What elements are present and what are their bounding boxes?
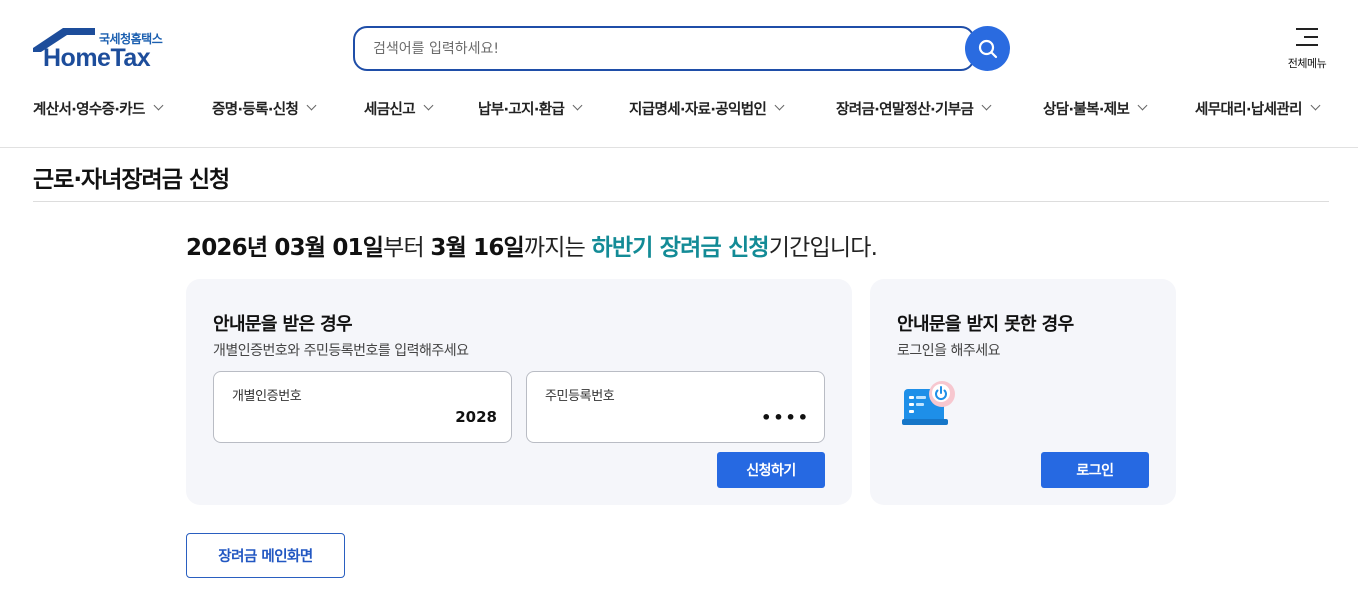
chevron-down-icon bbox=[1137, 100, 1148, 111]
resident-number-label: 주민등록번호 bbox=[545, 389, 615, 404]
gnb-item-label: 계산서·영수증·카드 bbox=[33, 102, 145, 118]
chevron-down-icon bbox=[572, 100, 583, 111]
gnb-item-tax-agent[interactable]: 세무대리·납세관리 bbox=[1195, 98, 1321, 119]
incentive-main-button[interactable]: 장려금 메인화면 bbox=[186, 533, 345, 578]
notice-text-2: 까지는 bbox=[523, 235, 592, 261]
gnb-item-label: 세무대리·납세관리 bbox=[1195, 102, 1302, 118]
all-menu-button[interactable]: 전체메뉴 bbox=[1283, 26, 1331, 72]
all-menu-label: 전체메뉴 bbox=[1287, 57, 1327, 70]
gnb-item-label: 장려금·연말정산·기부금 bbox=[836, 102, 974, 118]
notice-text-3: 기간입니다. bbox=[768, 235, 878, 261]
gnb-item-tax-return[interactable]: 세금신고 bbox=[364, 98, 434, 119]
gnb-item-label: 납부·고지·환급 bbox=[478, 102, 565, 118]
period-end-date: 3월 16일 bbox=[430, 235, 524, 261]
auth-number-value[interactable]: 2028 bbox=[455, 408, 497, 426]
chevron-down-icon bbox=[306, 100, 317, 111]
page-title: 근로·자녀장려금 신청 bbox=[33, 167, 230, 193]
header-divider bbox=[0, 147, 1358, 148]
notice-text-1: 부터 bbox=[383, 235, 431, 261]
chevron-down-icon bbox=[423, 100, 434, 111]
search-box[interactable] bbox=[353, 26, 975, 71]
gnb-item-statements[interactable]: 지급명세·자료·공익법인 bbox=[629, 98, 785, 119]
card-description: 개별인증번호와 주민등록번호를 입력해주세요 bbox=[213, 343, 469, 359]
chevron-down-icon bbox=[1310, 100, 1321, 111]
global-nav: 계산서·영수증·카드 증명·등록·신청 세금신고 납부·고지·환급 지급명세·자… bbox=[33, 98, 1333, 122]
no-notice-card: 안내문을 받지 못한 경우 로그인을 해주세요 로그인 bbox=[870, 279, 1176, 505]
card-title: 안내문을 받은 경우 bbox=[213, 314, 353, 335]
auth-number-label: 개별인증번호 bbox=[232, 389, 302, 404]
gnb-item-label: 세금신고 bbox=[364, 102, 416, 118]
gnb-item-label: 지급명세·자료·공익법인 bbox=[629, 102, 767, 118]
hamburger-icon bbox=[1296, 28, 1318, 52]
period-highlight: 하반기 장려금 신청 bbox=[591, 235, 770, 261]
chevron-down-icon bbox=[153, 100, 164, 111]
card-description: 로그인을 해주세요 bbox=[897, 343, 1001, 359]
resident-number-field[interactable]: 주민등록번호 •••• bbox=[526, 371, 825, 443]
resident-number-value[interactable]: •••• bbox=[761, 408, 810, 427]
search-button[interactable] bbox=[965, 26, 1010, 71]
gnb-item-payment[interactable]: 납부·고지·환급 bbox=[478, 98, 583, 119]
gnb-item-invoice[interactable]: 계산서·영수증·카드 bbox=[33, 98, 164, 119]
logo-text: HomeTax bbox=[43, 44, 151, 72]
search-icon bbox=[978, 39, 997, 58]
hometax-logo[interactable]: 국세청홈택스 HomeTax bbox=[33, 26, 173, 72]
chevron-down-icon bbox=[774, 100, 785, 111]
login-button[interactable]: 로그인 bbox=[1041, 452, 1149, 488]
search-input[interactable] bbox=[373, 40, 933, 57]
apply-button[interactable]: 신청하기 bbox=[717, 452, 825, 488]
title-divider bbox=[33, 201, 1329, 202]
application-period-notice: 2026년 03월 01일부터 3월 16일까지는 하반기 장려금 신청기간입니… bbox=[186, 228, 878, 262]
gnb-item-incentive[interactable]: 장려금·연말정산·기부금 bbox=[836, 98, 992, 119]
chevron-down-icon bbox=[981, 100, 992, 111]
computer-power-icon bbox=[902, 381, 955, 425]
period-start-date: 2026년 03월 01일 bbox=[186, 235, 384, 261]
auth-number-field[interactable]: 개별인증번호 2028 bbox=[213, 371, 512, 443]
received-notice-card: 안내문을 받은 경우 개별인증번호와 주민등록번호를 입력해주세요 개별인증번호… bbox=[186, 279, 852, 505]
gnb-item-label: 증명·등록·신청 bbox=[212, 102, 299, 118]
gnb-item-label: 상담·불복·제보 bbox=[1043, 102, 1130, 118]
gnb-item-certificate[interactable]: 증명·등록·신청 bbox=[212, 98, 317, 119]
card-title: 안내문을 받지 못한 경우 bbox=[897, 314, 1074, 335]
gnb-item-consult[interactable]: 상담·불복·제보 bbox=[1043, 98, 1148, 119]
